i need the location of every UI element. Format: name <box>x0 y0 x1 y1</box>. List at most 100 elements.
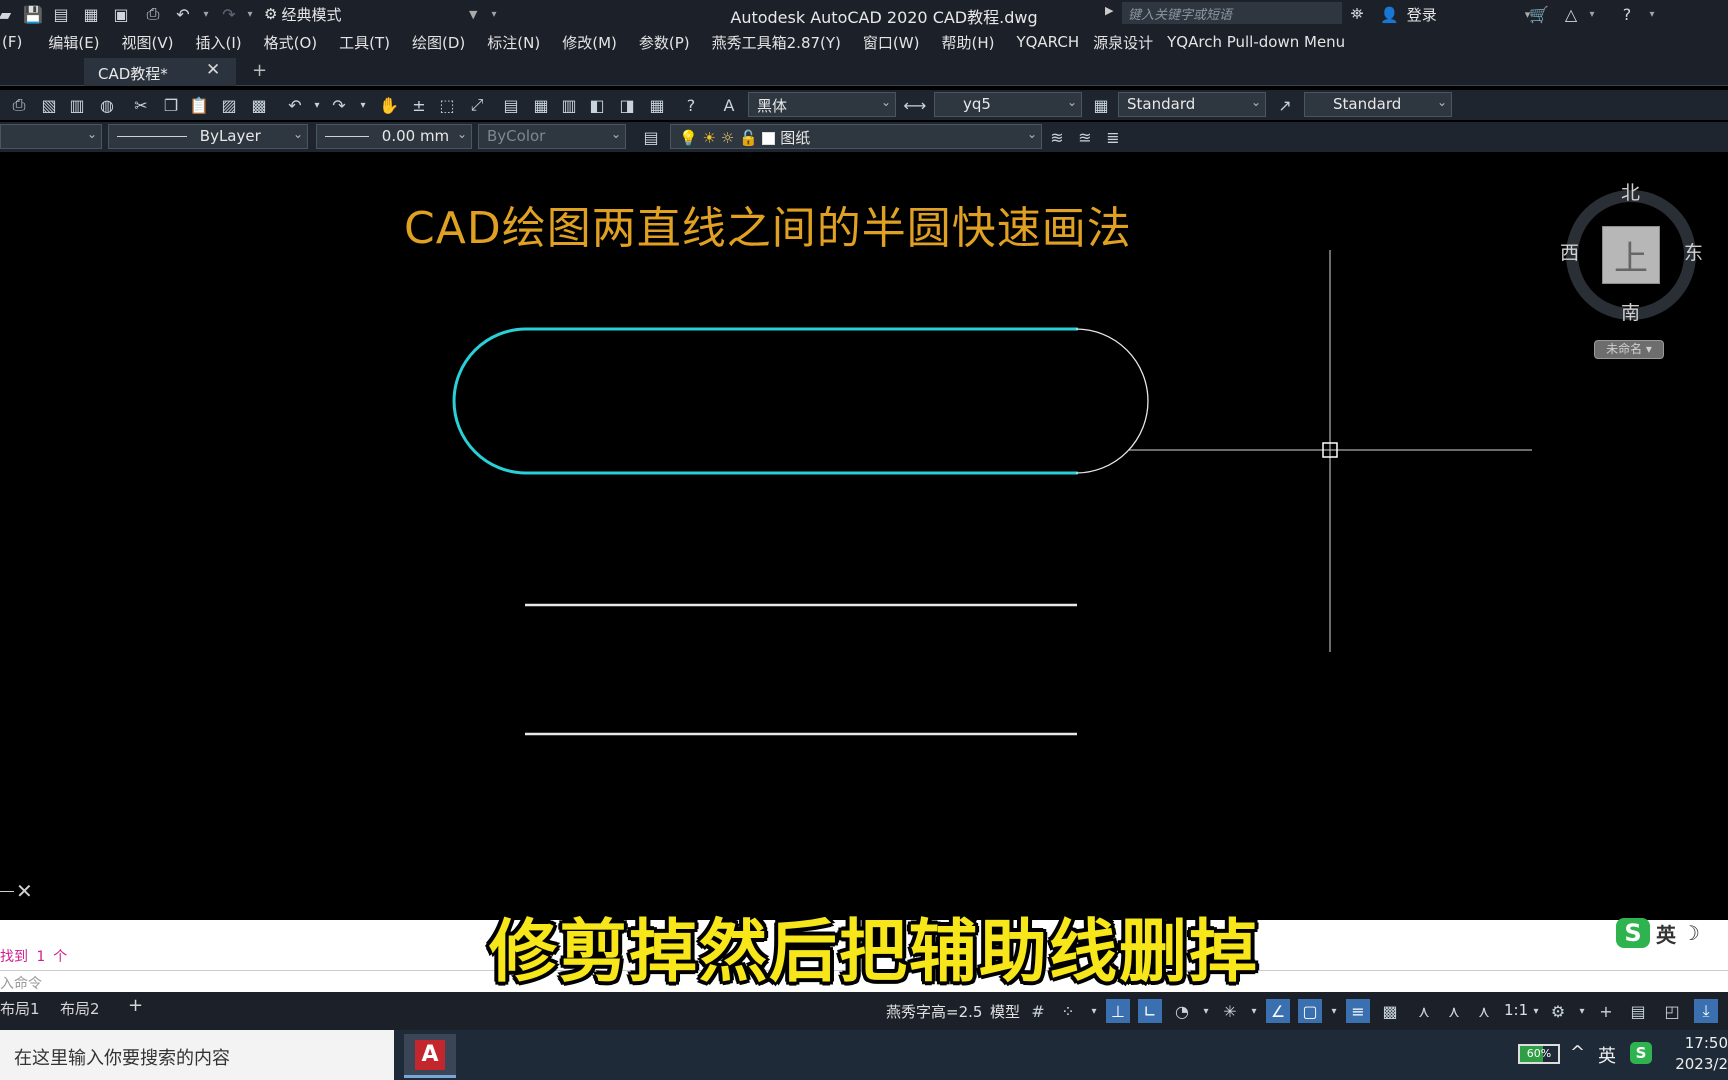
right-arc[interactable] <box>1075 328 1149 474</box>
quick-properties-icon[interactable]: ▤ <box>1626 999 1650 1023</box>
chevron-down-icon[interactable]: ▾ <box>1322 999 1346 1023</box>
menu-parametric[interactable]: 参数(P) <box>639 32 690 53</box>
undo-icon[interactable]: ↶ <box>284 94 306 116</box>
cart-icon[interactable]: 🛒 <box>1528 3 1550 25</box>
chevron-down-icon[interactable]: ▾ <box>1082 999 1106 1023</box>
viewcube[interactable]: 上 北 南 西 东 <box>1560 178 1703 340</box>
dim-style-icon[interactable]: ⟷ <box>904 94 927 116</box>
zoom-realtime-icon[interactable]: ± <box>408 94 430 116</box>
add-layout-icon[interactable]: + <box>128 995 143 1016</box>
menu-yqarch[interactable]: YQARCH <box>1016 33 1079 51</box>
layer-states-icon[interactable]: ≣ <box>1102 126 1124 148</box>
menu-modify[interactable]: 修改(M) <box>562 32 617 53</box>
chevron-down-icon[interactable]: ▾ <box>1570 999 1594 1023</box>
annotation-monitor-icon[interactable]: + <box>1594 999 1618 1023</box>
3d-dwf-icon[interactable]: ◍ <box>96 94 118 116</box>
lineweight-icon[interactable]: ≡ <box>1346 999 1370 1023</box>
multileader-style-icon[interactable]: ↗ <box>1274 94 1296 116</box>
design-center-icon[interactable]: ▦ <box>530 94 552 116</box>
compass-north[interactable]: 北 <box>1621 178 1640 205</box>
lineweight-select[interactable]: 0.00 mm ⌄ <box>316 124 472 149</box>
search-expand-icon[interactable]: ▶ <box>1105 4 1113 17</box>
menu-draw[interactable]: 绘图(D) <box>412 32 465 53</box>
dim-style-select[interactable]: yq5 ⌄ <box>934 92 1082 117</box>
menu-view[interactable]: 视图(V) <box>122 32 174 53</box>
linetype-select[interactable]: ByLayer ⌄ <box>108 124 308 149</box>
ime-toolbar[interactable]: S 英 ☽ <box>1616 918 1700 948</box>
menu-tools[interactable]: 工具(T) <box>339 32 390 53</box>
menu-edit[interactable]: 编辑(E) <box>48 32 99 53</box>
calculator-icon[interactable]: ▦ <box>646 94 668 116</box>
customization-icon[interactable]: ⤓ <box>1694 999 1718 1023</box>
isodraft-icon[interactable]: ✳ <box>1218 999 1242 1023</box>
auto-scale-icon[interactable]: ⋏ <box>1442 999 1466 1023</box>
polar-tracking-icon[interactable]: ◔ <box>1170 999 1194 1023</box>
grid-icon[interactable]: # <box>1026 999 1050 1023</box>
workspace-gear-icon[interactable]: ⚙ <box>1546 999 1570 1023</box>
zoom-window-icon[interactable]: ⬚ <box>436 94 458 116</box>
chevron-down-icon[interactable]: ▾ <box>1242 999 1266 1023</box>
undo-dropdown-icon[interactable]: ▾ <box>306 94 328 116</box>
compass-south[interactable]: 南 <box>1621 298 1640 325</box>
annotation-visibility-icon[interactable]: ⋏ <box>1412 999 1436 1023</box>
autocad-taskbar-button[interactable]: A <box>404 1034 456 1078</box>
plot-preview-icon[interactable]: ▧ <box>38 94 60 116</box>
help-icon[interactable]: ? <box>1616 3 1638 25</box>
table-style-select[interactable]: Standard ⌄ <box>1118 92 1266 117</box>
pan-icon[interactable]: ✋ <box>378 94 400 116</box>
object-snap-tracking-icon[interactable]: ∠ <box>1266 999 1290 1023</box>
match-properties-icon[interactable]: ▨ <box>218 94 240 116</box>
windows-search-input[interactable]: 在这里输入你要搜索的内容 <box>0 1030 394 1080</box>
snap-icon[interactable]: ⁘ <box>1056 999 1080 1023</box>
layer-select[interactable]: 💡 ☀ ☼ 🔓 图纸 ⌄ <box>670 124 1042 149</box>
new-tab-icon[interactable]: + <box>252 60 267 81</box>
redo-icon[interactable]: ↷ <box>328 94 350 116</box>
battery-indicator[interactable]: 60% <box>1518 1044 1560 1064</box>
plot-icon[interactable]: ⎙ <box>8 94 30 116</box>
compass-east[interactable]: 东 <box>1684 238 1703 265</box>
binoculars-icon[interactable]: ⛯ <box>1346 3 1368 25</box>
redo-dropdown-icon[interactable]: ▾ <box>352 94 374 116</box>
model-space-toggle[interactable]: 模型 <box>990 1001 1020 1022</box>
properties-icon[interactable]: ▤ <box>500 94 522 116</box>
compass-west[interactable]: 西 <box>1560 238 1579 265</box>
menu-window[interactable]: 窗口(W) <box>863 32 920 53</box>
layer-previous-icon[interactable]: ≊ <box>1074 126 1096 148</box>
sogou-tray-icon[interactable]: S <box>1630 1042 1652 1064</box>
layer-properties-icon[interactable]: ▤ <box>640 126 662 148</box>
chevron-down-icon[interactable]: ▾ <box>1524 999 1548 1023</box>
tool-palettes-icon[interactable]: ▥ <box>558 94 580 116</box>
cut-icon[interactable]: ✂ <box>130 94 152 116</box>
viewcube-top-face[interactable]: 上 <box>1602 226 1660 284</box>
paste-icon[interactable]: 📋 <box>188 94 210 116</box>
menu-yqarch-pulldown[interactable]: YQArch Pull-down Menu <box>1167 33 1345 51</box>
close-icon[interactable]: ✕ <box>206 60 220 80</box>
multileader-style-select[interactable]: Standard ⌄ <box>1304 92 1452 117</box>
help-search-input[interactable]: 键入关键字或短语 <box>1122 2 1342 24</box>
sheet-set-icon[interactable]: ◧ <box>586 94 608 116</box>
login-button[interactable]: 👤 登录 ▾ <box>1380 4 1530 25</box>
drawing-canvas[interactable]: CAD绘图两直线之间的半圆快速画法 上 北 南 西 东 未命名 ▾ ✕ <box>0 156 1728 920</box>
annotation-scale-icon[interactable]: ⋏ <box>1472 999 1496 1023</box>
ucs-menu[interactable]: 未命名 ▾ <box>1594 340 1664 359</box>
menu-format[interactable]: 格式(O) <box>264 32 318 53</box>
isolate-objects-icon[interactable]: ◰ <box>1660 999 1684 1023</box>
chevron-down-icon[interactable]: ▾ <box>1194 999 1218 1023</box>
chevron-down-icon[interactable]: ▾ <box>1646 3 1658 25</box>
tray-language[interactable]: 英 <box>1598 1042 1616 1068</box>
help-icon[interactable]: ? <box>680 94 702 116</box>
menu-dimension[interactable]: 标注(N) <box>487 32 540 53</box>
table-style-icon[interactable]: ▦ <box>1090 94 1112 116</box>
menu-yanxiu-toolbox[interactable]: 燕秀工具箱2.87(Y) <box>712 32 841 53</box>
menu-help[interactable]: 帮助(H) <box>941 32 994 53</box>
selected-polyline[interactable] <box>452 327 1078 475</box>
menu-yuanquan-design[interactable]: 源泉设计 <box>1093 32 1153 53</box>
make-current-layer-icon[interactable]: ≋ <box>1046 126 1068 148</box>
a360-icon[interactable]: △ <box>1560 3 1582 25</box>
publish-icon[interactable]: ▥ <box>66 94 88 116</box>
tab-layout1[interactable]: 布局1 <box>0 998 40 1019</box>
block-editor-icon[interactable]: ▩ <box>248 94 270 116</box>
zoom-previous-icon[interactable]: ⤢ <box>466 94 488 116</box>
menu-insert[interactable]: 插入(I) <box>196 32 242 53</box>
color-control-select[interactable]: ⌄ <box>0 124 102 149</box>
